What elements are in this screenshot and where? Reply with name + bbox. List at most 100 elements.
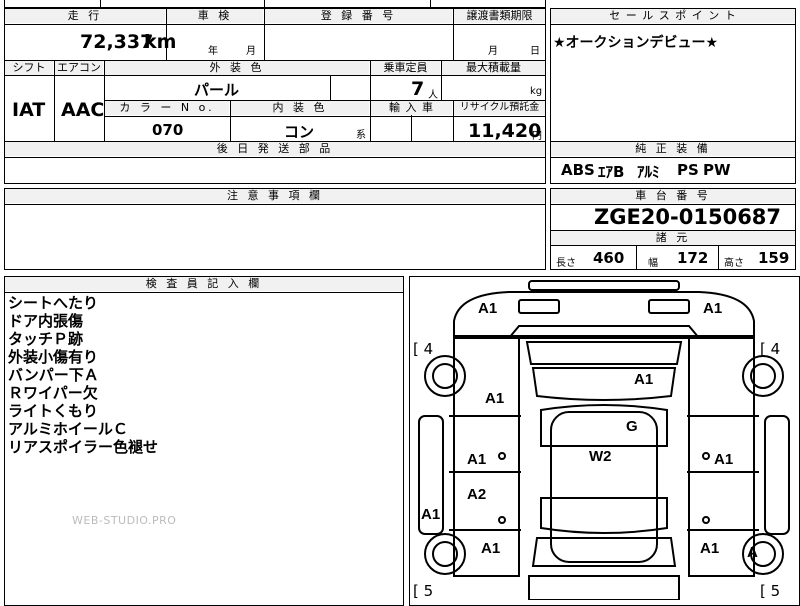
divider bbox=[230, 100, 231, 142]
right-handle-2 bbox=[702, 516, 710, 524]
damage-mark: A1 bbox=[421, 506, 441, 523]
headlight-left bbox=[518, 299, 560, 314]
transfer-label: 譲渡書類期限 bbox=[454, 9, 545, 23]
damage-mark: G bbox=[626, 418, 638, 435]
headlight-right bbox=[648, 299, 690, 314]
shaken-month: 月 bbox=[246, 46, 256, 57]
damage-mark: A1 bbox=[703, 300, 723, 317]
mileage-label: 走 行 bbox=[5, 9, 165, 23]
roof-panel bbox=[550, 411, 658, 563]
dims-label: 諸 元 bbox=[551, 231, 795, 245]
chassis-label: 車 台 番 号 bbox=[551, 189, 795, 203]
shaken-year: 年 bbox=[208, 46, 218, 57]
equipment-alloy: ｱﾙﾐ bbox=[637, 163, 660, 181]
right-handle-1 bbox=[702, 452, 710, 460]
divider bbox=[718, 245, 719, 270]
equipment-label: 純 正 装 備 bbox=[551, 142, 795, 156]
length-value: 460 bbox=[593, 249, 625, 267]
note-line: Ｒワイパー欠 bbox=[8, 384, 98, 402]
recycle-unit: 円 bbox=[532, 131, 542, 142]
caution-label: 注 意 事 項 欄 bbox=[5, 189, 545, 203]
width-label: 幅 bbox=[648, 258, 658, 269]
damage-mark: A1 bbox=[485, 390, 505, 407]
sales-point-box bbox=[550, 8, 796, 142]
windshield-lower bbox=[531, 367, 677, 401]
inspector-label: 検 査 員 記 入 欄 bbox=[5, 277, 403, 291]
transfer-month: 月 bbox=[488, 46, 498, 57]
damage-mark: A1 bbox=[467, 451, 487, 468]
damage-mark: A2 bbox=[467, 486, 487, 503]
sales-point-label: セ ー ル ス ポ イ ン ト bbox=[551, 9, 795, 23]
rear-bumper bbox=[528, 575, 680, 600]
later-parts-label: 後 日 発 送 部 品 bbox=[5, 142, 545, 156]
note-line: リアスポイラー色褪せ bbox=[8, 438, 159, 456]
capacity-label: 乗車定員 bbox=[371, 61, 440, 75]
damage-mark: A1 bbox=[478, 300, 498, 317]
color-no-value: 070 bbox=[152, 121, 184, 139]
damage-mark: A1 bbox=[481, 540, 501, 557]
damage-mark: A1 bbox=[714, 451, 734, 468]
mileage-value: 72,337 bbox=[80, 31, 154, 53]
height-label: 高さ bbox=[724, 258, 744, 269]
aircon-value: AAC bbox=[61, 99, 105, 121]
divider bbox=[54, 60, 55, 142]
divider bbox=[4, 24, 546, 25]
ext-color-value: パール bbox=[194, 81, 240, 99]
wheel-rear-left bbox=[424, 533, 466, 575]
width-value: 172 bbox=[677, 249, 709, 267]
ext-color-label: 外 装 色 bbox=[105, 61, 369, 75]
recycle-label: リサイクル預託金 bbox=[454, 101, 545, 115]
equipment-abs: ABS bbox=[561, 161, 595, 179]
divider bbox=[4, 75, 546, 76]
capacity-unit: 人 bbox=[428, 90, 438, 101]
top-strip bbox=[4, 0, 546, 8]
transfer-day: 日 bbox=[530, 46, 540, 57]
equipment-ps: PS bbox=[677, 161, 699, 179]
max-load-unit: kg bbox=[530, 86, 543, 97]
damage-mark: A bbox=[747, 544, 758, 561]
capacity-value: 7 bbox=[411, 78, 425, 100]
note-line: ライトくもり bbox=[8, 402, 99, 420]
inspector-notes: シートへたり ドア内張傷 タッチＰ跡 外装小傷有り バンパー下Ａ Ｒワイパー欠 … bbox=[8, 294, 158, 456]
divider bbox=[104, 116, 546, 117]
left-handle-2 bbox=[498, 516, 506, 524]
score-front-left: [ 4 bbox=[413, 340, 434, 358]
int-color-label: 内 装 色 bbox=[231, 101, 369, 115]
aircon-label: エアコン bbox=[55, 61, 103, 75]
divider bbox=[430, 0, 431, 8]
car-diagram bbox=[418, 280, 790, 600]
front-bumper-part bbox=[528, 280, 680, 291]
height-value: 159 bbox=[758, 249, 790, 267]
roof-rear bbox=[540, 497, 668, 534]
registration-label: 登 録 番 号 bbox=[265, 9, 452, 23]
length-label: 長さ bbox=[556, 258, 576, 269]
int-color-suffix: 系 bbox=[356, 130, 366, 141]
chassis-number: ZGE20-0150687 bbox=[594, 205, 782, 229]
divider bbox=[330, 75, 331, 100]
divider bbox=[550, 245, 796, 246]
note-line: バンパー下Ａ bbox=[8, 366, 99, 384]
mileage-unit: km bbox=[144, 31, 177, 53]
divider bbox=[264, 8, 265, 60]
divider bbox=[4, 204, 546, 205]
color-no-label: カ ラ ー N o. bbox=[105, 101, 229, 115]
note-line: 外装小傷有り bbox=[8, 348, 99, 366]
shift-label: シフト bbox=[5, 61, 53, 75]
divider bbox=[441, 60, 442, 100]
score-front-right: [ 4 bbox=[760, 340, 781, 358]
wheel-front-left bbox=[424, 355, 466, 397]
divider bbox=[453, 8, 454, 60]
max-load-label: 最大積載量 bbox=[442, 61, 545, 75]
divider bbox=[550, 157, 796, 158]
note-line: ドア内張傷 bbox=[8, 312, 84, 330]
note-line: シートへたり bbox=[8, 294, 99, 312]
recycle-value: 11,420 bbox=[468, 120, 542, 142]
divider bbox=[100, 0, 101, 8]
int-color-value: コン bbox=[284, 123, 315, 141]
note-line: タッチＰ跡 bbox=[8, 330, 84, 348]
shaken-label: 車 検 bbox=[167, 9, 263, 23]
score-rear-right: [ 5 bbox=[760, 582, 781, 600]
equipment-airbag: ｴｱB bbox=[598, 163, 625, 181]
damage-mark: A1 bbox=[634, 371, 654, 388]
windshield bbox=[525, 341, 683, 365]
